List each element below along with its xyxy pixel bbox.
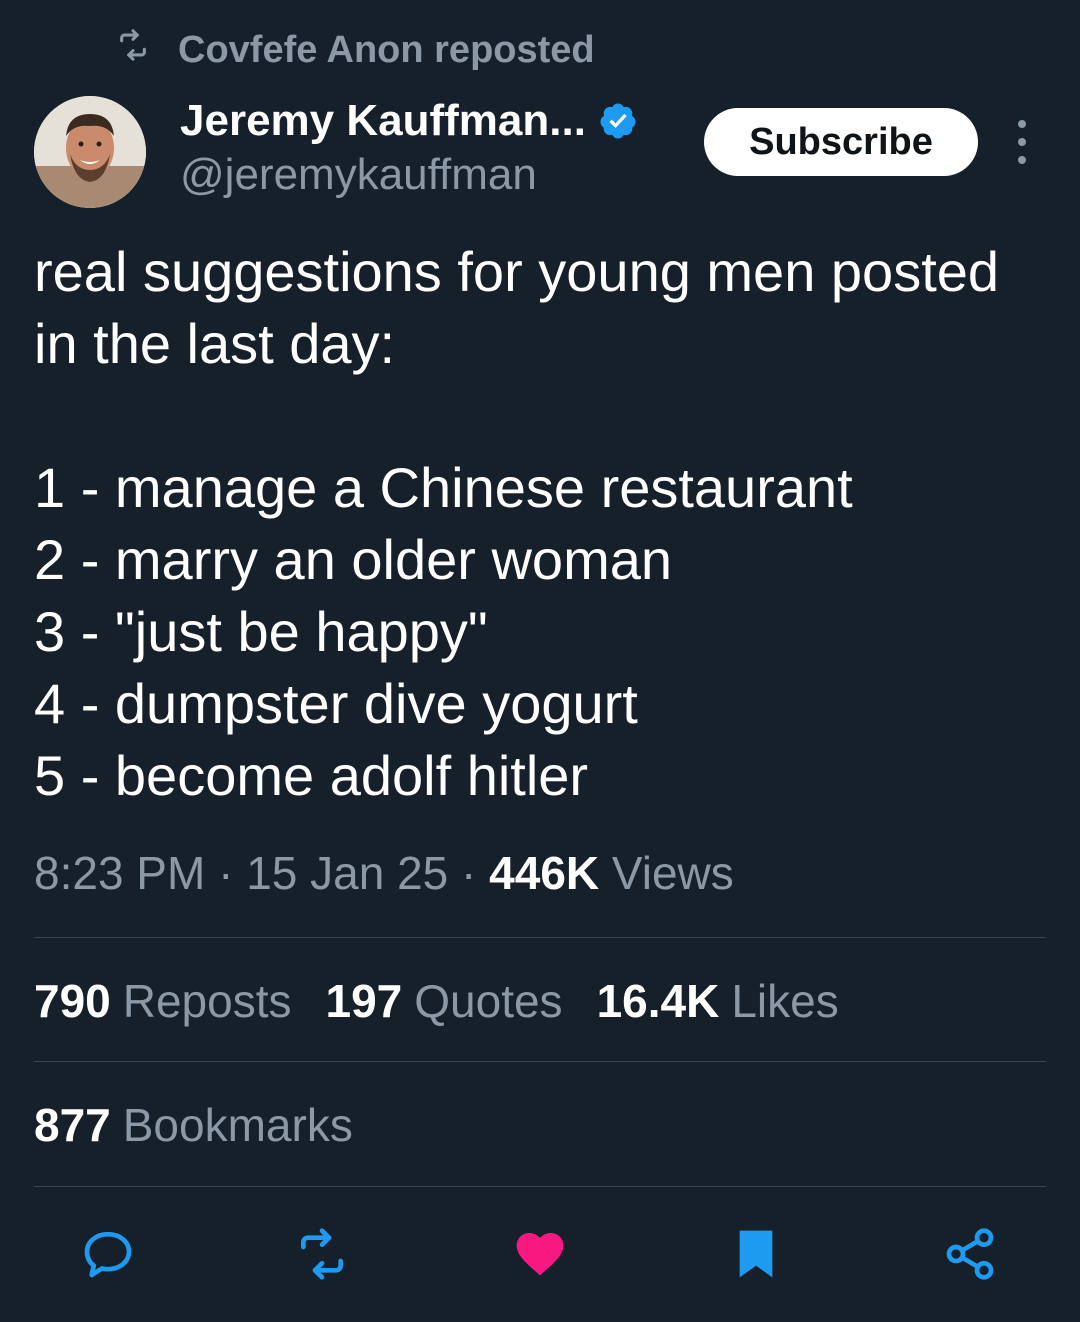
tweet-header: Jeremy Kauffman... @jeremykauffman Subsc… <box>34 96 1046 212</box>
likes-label: Likes <box>731 975 839 1027</box>
quotes-label: Quotes <box>414 975 563 1027</box>
avatar[interactable] <box>34 96 146 208</box>
tweet-line: 4 - dumpster dive yogurt <box>34 672 638 735</box>
tweet-line: real suggestions for young men posted <box>34 240 1000 303</box>
author-name-row[interactable]: Jeremy Kauffman... <box>180 96 638 146</box>
meta-separator: · <box>461 847 477 899</box>
tweet-text: real suggestions for young men posted in… <box>34 236 1044 812</box>
quotes-count: 197 <box>325 975 403 1027</box>
likes-count: 16.4K <box>596 975 720 1027</box>
reply-button[interactable] <box>76 1222 140 1286</box>
repost-context-text: Covfefe Anon reposted <box>178 28 595 71</box>
divider <box>34 1186 1046 1187</box>
tweet-line: 1 - manage a Chinese restaurant <box>34 456 853 519</box>
more-options-icon[interactable] <box>1010 120 1034 164</box>
bookmarks-count: 877 <box>34 1099 111 1151</box>
like-button[interactable] <box>508 1222 572 1286</box>
verified-badge-icon <box>598 101 638 141</box>
views-count: 446K <box>489 847 600 899</box>
tweet-line: 2 - marry an older woman <box>34 528 673 591</box>
heart-icon <box>512 1226 568 1282</box>
tweet-line: 5 - become adolf hitler <box>34 744 589 807</box>
likes-stat[interactable]: 16.4K Likes <box>597 974 839 1028</box>
quotes-stat[interactable]: 197 Quotes <box>326 974 563 1028</box>
bookmarks-stat[interactable]: 877 Bookmarks <box>34 1098 353 1152</box>
tweet-meta: 8:23 PM · 15 Jan 25 · 446K Views <box>34 846 734 900</box>
repost-icon <box>116 28 150 72</box>
reposts-stat[interactable]: 790 Reposts <box>34 974 292 1028</box>
author-display-name[interactable]: Jeremy Kauffman... <box>180 96 586 146</box>
tweet-time[interactable]: 8:23 PM <box>34 847 205 899</box>
share-icon <box>942 1226 998 1282</box>
bookmarks-label: Bookmarks <box>122 1099 353 1151</box>
meta-separator: · <box>218 847 234 899</box>
repost-context[interactable]: Covfefe Anon reposted <box>116 28 595 72</box>
reply-icon <box>80 1226 136 1282</box>
author-handle[interactable]: @jeremykauffman <box>180 150 537 200</box>
divider <box>34 937 1046 938</box>
bookmark-icon <box>728 1226 784 1282</box>
tweet-line: in the last day: <box>34 312 396 375</box>
tweet-line: 3 - "just be happy" <box>34 600 488 663</box>
engagement-stats: 790 Reposts 197 Quotes 16.4K Likes <box>34 974 839 1028</box>
bookmark-button[interactable] <box>724 1222 788 1286</box>
tweet-date[interactable]: 15 Jan 25 <box>246 847 448 899</box>
more-dot <box>1018 156 1026 164</box>
repost-button[interactable] <box>290 1222 354 1286</box>
action-bar <box>0 1222 1080 1286</box>
more-dot <box>1018 138 1026 146</box>
more-dot <box>1018 120 1026 128</box>
repost-icon <box>294 1226 350 1282</box>
subscribe-button[interactable]: Subscribe <box>704 108 978 176</box>
reposts-count: 790 <box>34 975 111 1027</box>
share-button[interactable] <box>938 1222 1002 1286</box>
views-label: Views <box>611 847 734 899</box>
reposts-label: Reposts <box>122 975 292 1027</box>
divider <box>34 1061 1046 1062</box>
